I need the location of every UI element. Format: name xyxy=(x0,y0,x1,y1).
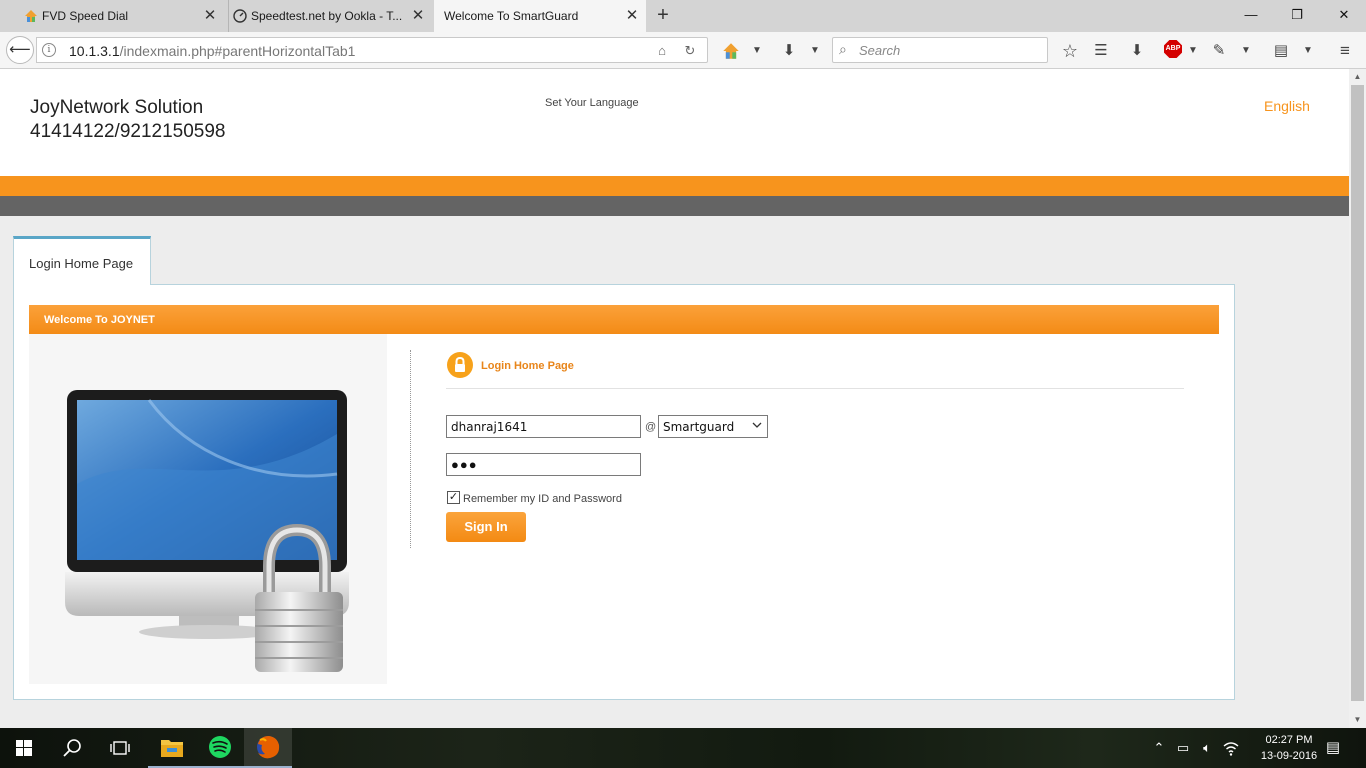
minimize-icon[interactable]: — xyxy=(1239,4,1263,26)
system-clock[interactable]: 02:27 PM 13-09-2016 xyxy=(1244,732,1334,764)
tab-title: Welcome To SmartGuard xyxy=(444,9,579,23)
window-close-icon[interactable]: ✕ xyxy=(1332,4,1356,26)
tab-login-home-page[interactable]: Login Home Page xyxy=(13,236,151,285)
tab-title: Speedtest.net by Ookla - T... xyxy=(251,9,403,23)
chevron-down-icon[interactable]: ▼ xyxy=(746,40,768,62)
reload-icon[interactable]: ↻ xyxy=(681,42,699,60)
site-header: JoyNetwork Solution 41414122/9212150598 … xyxy=(0,69,1349,176)
domain-selected: Smartguard xyxy=(663,420,735,434)
tab-fvd-speed-dial[interactable]: FVD Speed Dial ✕ xyxy=(20,0,224,32)
eyedropper-icon[interactable]: ✎ xyxy=(1208,40,1230,62)
clock-date: 13-09-2016 xyxy=(1260,750,1318,762)
browser-nav-bar: ⟵ i 10.1.3.1/indexmain.php#parentHorizon… xyxy=(0,32,1366,69)
chevron-down-icon[interactable]: ▼ xyxy=(1297,40,1319,62)
search-placeholder: Search xyxy=(859,43,901,58)
bookmark-star-icon[interactable]: ☆ xyxy=(1059,40,1081,62)
url-text: 10.1.3.1/indexmain.php#parentHorizontalT… xyxy=(69,43,356,59)
login-title: Login Home Page xyxy=(481,360,574,372)
search-input[interactable]: ⌕ Search xyxy=(832,37,1048,63)
company-phone: 41414122/9212150598 xyxy=(30,121,226,142)
tab-smartguard[interactable]: Welcome To SmartGuard ✕ xyxy=(434,0,646,32)
hamburger-menu-icon[interactable]: ≡ xyxy=(1334,40,1356,62)
new-tab-icon[interactable]: + xyxy=(652,4,674,26)
battery-icon[interactable]: ▭ xyxy=(1174,738,1192,758)
close-icon[interactable]: ✕ xyxy=(624,8,640,24)
scrollbar-thumb[interactable] xyxy=(1351,85,1364,701)
password-field[interactable]: ●●● xyxy=(446,453,641,476)
windows-start-icon[interactable] xyxy=(0,728,48,768)
login-panel: Welcome To JOYNET Login Home Page dhanra… xyxy=(13,284,1235,700)
restore-icon[interactable]: ❐ xyxy=(1285,4,1309,26)
tab-speedtest[interactable]: Speedtest.net by Ookla - T... ✕ xyxy=(228,0,432,32)
wifi-icon[interactable] xyxy=(1222,738,1240,758)
chevron-down-icon[interactable]: ▼ xyxy=(1182,40,1204,62)
page-scrollbar[interactable]: ▲ ▼ xyxy=(1349,69,1366,728)
domain-select[interactable]: Smartguard xyxy=(658,415,768,438)
search-icon: ⌕ xyxy=(839,41,847,57)
chevron-down-icon xyxy=(752,422,762,428)
page-content: JoyNetwork Solution 41414122/9212150598 … xyxy=(0,69,1349,728)
remember-checkbox[interactable]: ✓ xyxy=(447,491,460,504)
speedometer-icon xyxy=(233,9,247,23)
notifications-icon[interactable]: ▤ xyxy=(1324,738,1342,758)
welcome-bar: Welcome To JOYNET xyxy=(29,305,1219,334)
set-language-label: Set Your Language xyxy=(545,97,639,109)
close-icon[interactable]: ✕ xyxy=(202,8,218,24)
firefox-icon[interactable] xyxy=(244,728,292,768)
pocket-download-icon[interactable]: ⬇ xyxy=(1126,40,1148,62)
info-icon[interactable]: i xyxy=(42,43,56,57)
speed-dial-home-icon[interactable] xyxy=(720,40,742,62)
padlock-icon xyxy=(447,352,473,378)
vertical-divider xyxy=(410,350,411,548)
remember-label: Remember my ID and Password xyxy=(463,493,622,505)
scroll-up-icon[interactable]: ▲ xyxy=(1349,69,1366,85)
clock-time: 02:27 PM xyxy=(1265,734,1313,746)
address-bar[interactable]: i 10.1.3.1/indexmain.php#parentHorizonta… xyxy=(36,37,708,63)
at-symbol: @ xyxy=(645,421,657,433)
close-icon[interactable]: ✕ xyxy=(410,8,426,24)
windows-taskbar: ⌃ ▭ 🔈︎ 02:27 PM 13-09-2016 ▤ xyxy=(0,728,1366,768)
chevron-down-icon[interactable]: ▼ xyxy=(804,40,826,62)
tab-title: FVD Speed Dial xyxy=(42,9,129,23)
house-icon xyxy=(25,10,37,22)
task-view-icon[interactable] xyxy=(96,728,144,768)
username-field[interactable]: dhanraj1641 xyxy=(446,415,641,438)
language-link[interactable]: English xyxy=(1264,98,1310,114)
chevron-down-icon[interactable]: ▼ xyxy=(1235,40,1257,62)
reader-list-icon[interactable]: ☰ xyxy=(1090,40,1112,62)
back-arrow-icon[interactable]: ⟵ xyxy=(6,36,34,64)
separator xyxy=(446,388,1184,389)
file-explorer-icon[interactable] xyxy=(148,728,196,768)
page-icon[interactable]: ▤ xyxy=(1270,40,1292,62)
search-icon[interactable] xyxy=(48,728,96,768)
orange-band xyxy=(0,176,1349,196)
company-info: JoyNetwork Solution 41414122/9212150598 xyxy=(30,96,225,144)
chevron-up-icon[interactable]: ⌃ xyxy=(1150,738,1168,758)
sign-in-button[interactable]: Sign In xyxy=(446,512,526,542)
computer-lock-illustration xyxy=(29,334,387,684)
monitor-padlock-icon xyxy=(65,390,349,672)
volume-icon[interactable]: 🔈︎ xyxy=(1198,738,1216,758)
download-icon[interactable]: ⬇ xyxy=(778,40,800,62)
company-name: JoyNetwork Solution xyxy=(30,97,204,118)
browser-tab-bar: FVD Speed Dial ✕ Speedtest.net by Ookla … xyxy=(0,0,1366,32)
grey-band xyxy=(0,196,1349,216)
scroll-down-icon[interactable]: ▼ xyxy=(1349,712,1366,728)
spotify-icon[interactable] xyxy=(196,728,244,768)
home-icon[interactable]: ⌂ xyxy=(653,42,671,60)
